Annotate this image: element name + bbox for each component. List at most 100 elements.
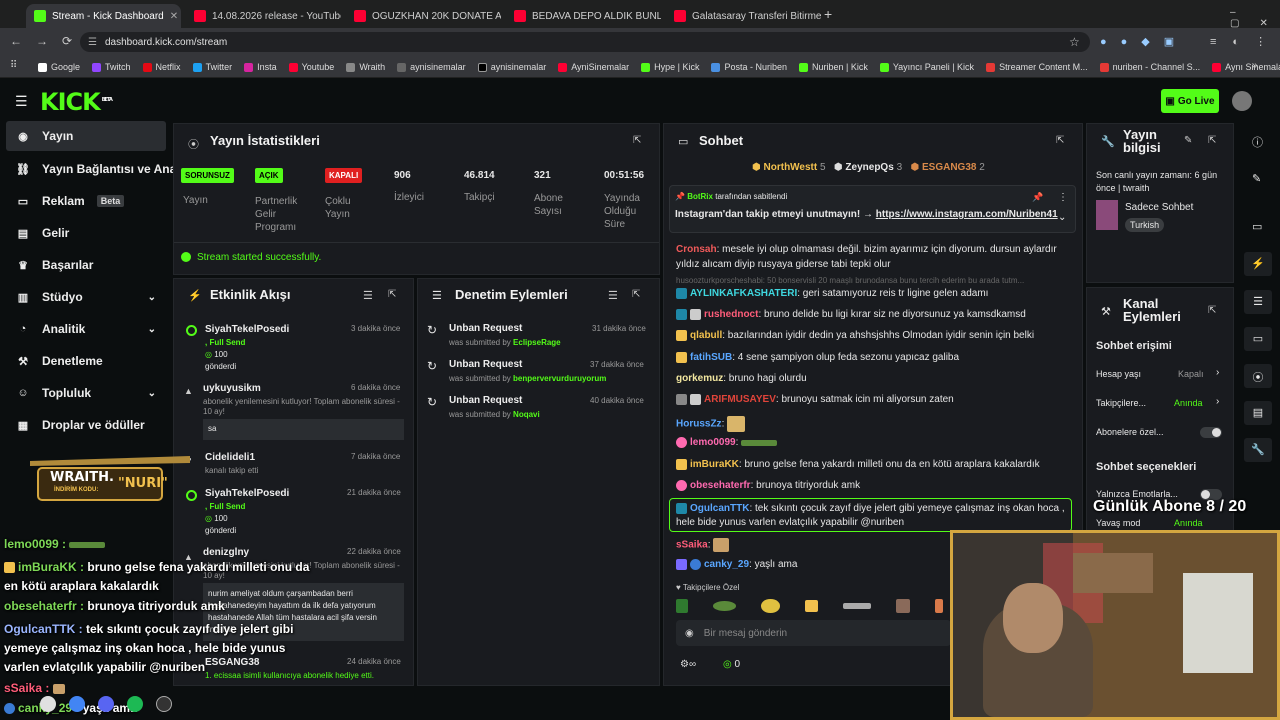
sidebar-item-stream-key[interactable]: ⛓Yayın Bağlantısı ve Anahtarı [6, 154, 178, 184]
bookmark-item[interactable]: Wraith [346, 62, 385, 72]
sidebar-item-basarilar[interactable]: ♛ Başarılar [6, 250, 166, 280]
webcam-feed [950, 530, 1280, 720]
bolt-icon[interactable]: ⚡ [1244, 252, 1272, 276]
filter-icon[interactable]: ☰ [363, 289, 373, 302]
avatar[interactable] [1232, 91, 1252, 111]
chevron-down-icon[interactable]: ⌄ [1058, 212, 1066, 223]
bookmark-star-icon[interactable]: ☆ [1069, 35, 1080, 49]
sidebar-item-topluluk[interactable]: ☺ Topluluk ⌄ [6, 378, 166, 408]
bookmark-item[interactable]: Yayıncı Paneli | Kick [879, 62, 974, 72]
emote-icon[interactable] [934, 599, 944, 613]
more-bookmarks-icon[interactable]: » [1252, 60, 1258, 71]
spotify-icon[interactable] [127, 696, 143, 712]
sidebar-item-denetleme[interactable]: ⚒ Denetleme [6, 346, 166, 376]
more-options-icon[interactable]: ⋮ [1058, 192, 1068, 203]
sidebar-item-gelir[interactable]: ▤ Gelir [6, 218, 166, 248]
chrome-icon[interactable] [69, 696, 85, 712]
bookmark-item[interactable]: Twitter [192, 62, 232, 72]
youtube-icon [1212, 62, 1222, 72]
edit-icon[interactable]: ✎ [1184, 135, 1192, 146]
wallet-icon[interactable]: ▭ [1252, 220, 1262, 233]
popout-icon[interactable]: ⇱ [1056, 135, 1064, 146]
info-icon[interactable]: ⓘ [1252, 134, 1263, 150]
emote-icon[interactable] [761, 599, 780, 613]
filter-icon[interactable]: ☰ [608, 289, 618, 302]
app-icon[interactable] [40, 696, 56, 712]
emote-icon[interactable] [896, 599, 910, 613]
new-tab-icon[interactable]: + [824, 6, 832, 22]
sidebar-item-studyo[interactable]: ▥ Stüdyo ⌄ [6, 282, 166, 312]
followers-value[interactable]: Anında [1174, 398, 1203, 408]
apps-grid-icon[interactable]: ⠿ [10, 60, 17, 71]
bookmark-item[interactable]: aynisinemalar [477, 62, 546, 72]
list-item[interactable]: Unban Request [449, 323, 522, 334]
sidebar-item-yayin[interactable]: ◉ Yayın [6, 121, 166, 151]
bookmark-item[interactable]: Google [38, 62, 80, 72]
sidebar-item-reklam[interactable]: ▭ Reklam Beta [6, 186, 166, 216]
tab-youtube-1[interactable]: 14.08.2026 release - YouTube✕ [186, 4, 341, 28]
emote-icon[interactable] [712, 601, 737, 611]
crown-icon: ⬢ [910, 162, 920, 173]
subs-only-toggle[interactable] [1200, 427, 1222, 438]
edit-icon[interactable]: ✎ [1252, 172, 1261, 185]
account-age-value[interactable]: Kapalı [1178, 369, 1204, 379]
popout-icon[interactable]: ⇱ [1208, 305, 1216, 316]
chevron-right-icon[interactable]: › [1216, 396, 1219, 407]
pin-icon[interactable]: 📌 [1032, 192, 1043, 203]
discord-icon[interactable] [98, 696, 114, 712]
crown-emote-icon[interactable] [804, 600, 818, 612]
tab-youtube-4[interactable]: Galatasaray Transferi Bitirmek İç✕ [666, 4, 821, 28]
bookmark-item[interactable]: Youtube [288, 62, 334, 72]
extension-icons[interactable]: ●●◆▣ [1100, 35, 1188, 48]
bookmark-item[interactable]: Streamer Content M... [986, 62, 1088, 72]
bookmark-item[interactable]: AyniSinemalar [558, 62, 629, 72]
list-item[interactable]: Unban Request [449, 359, 522, 370]
tab-kick-dashboard[interactable]: Stream - Kick Dashboard ✕ [26, 4, 181, 28]
bookmark-item[interactable]: Nuriben | Kick [798, 62, 868, 72]
emote-icon[interactable] [676, 599, 688, 613]
site-info-icon[interactable]: ☰ [88, 37, 97, 48]
browser-menu-icons[interactable]: ≡◐⋮ [1210, 35, 1280, 48]
popout-icon[interactable]: ⇱ [633, 135, 641, 146]
tab-youtube-2[interactable]: OGUZKHAN 20K DONATE ALIYO✕ [346, 4, 501, 28]
bookmark-item[interactable]: aynisinemalar [397, 62, 466, 72]
bookmark-item[interactable]: Posta - Nuriben [711, 62, 787, 72]
chat-input[interactable]: ◉ Bir mesaj gönderin [676, 620, 951, 646]
popout-icon[interactable]: ⇱ [1208, 135, 1216, 146]
bookmark-item[interactable]: Hype | Kick [641, 62, 699, 72]
sidebar-item-analitik[interactable]: ◔ Analitik ⌄ [6, 314, 166, 344]
window-controls[interactable]: –▢✕ [1230, 7, 1280, 29]
obs-icon[interactable] [156, 696, 172, 712]
account-age-label: Hesap yaşı [1096, 369, 1142, 379]
bookmark-item[interactable]: Netflix [142, 62, 181, 72]
pinned-link[interactable]: https://www.instagram.com/Nuriben41 [876, 209, 1058, 220]
broadcast-icon[interactable]: ⦿ [1244, 364, 1272, 388]
chat-settings-icon[interactable]: ⚙∞ [680, 659, 696, 670]
chat-icon[interactable]: ▭ [1244, 327, 1272, 351]
panel-title: Denetim Eylemleri [455, 287, 568, 302]
chart-icon: ◔ [19, 323, 27, 335]
trophy-icon: ♛ [18, 259, 28, 272]
panel-title: Sohbet [699, 133, 744, 148]
url-field[interactable]: ☰ dashboard.kick.com/stream [80, 32, 1090, 52]
bookmark-item[interactable]: Insta [244, 62, 277, 72]
bookmark-item[interactable]: Twitch [92, 62, 131, 72]
nav-buttons[interactable]: ←→⟳ [10, 34, 86, 48]
close-tab-icon[interactable]: ✕ [170, 11, 178, 22]
list-icon[interactable]: ☰ [1244, 290, 1272, 314]
bookmark-item[interactable]: Aynı Sinemalar - Ça... [1212, 62, 1280, 72]
wrench-icon[interactable]: 🔧 [1244, 438, 1272, 462]
go-live-button[interactable]: ▣ Go Live [1161, 89, 1219, 113]
list-item[interactable]: Unban Request [449, 395, 522, 406]
slow-mode-value[interactable]: Anında [1174, 518, 1203, 528]
bookmark-item[interactable]: nuriben - Channel S... [1099, 62, 1200, 72]
category-name[interactable]: Sadece Sohbet [1125, 202, 1193, 213]
kick-logo[interactable]: KICK BETA [40, 88, 113, 116]
popout-icon[interactable]: ⇱ [388, 289, 396, 300]
emote-icon[interactable] [842, 603, 872, 609]
hamburger-menu-icon[interactable]: ☰ [15, 93, 28, 110]
popout-icon[interactable]: ⇱ [632, 289, 640, 300]
tab-youtube-3[interactable]: BEDAVA DEPO ALDIK BUNLAR AL✕ [506, 4, 661, 28]
chevron-right-icon[interactable]: › [1216, 367, 1219, 378]
studio-icon[interactable]: ▤ [1244, 401, 1272, 425]
